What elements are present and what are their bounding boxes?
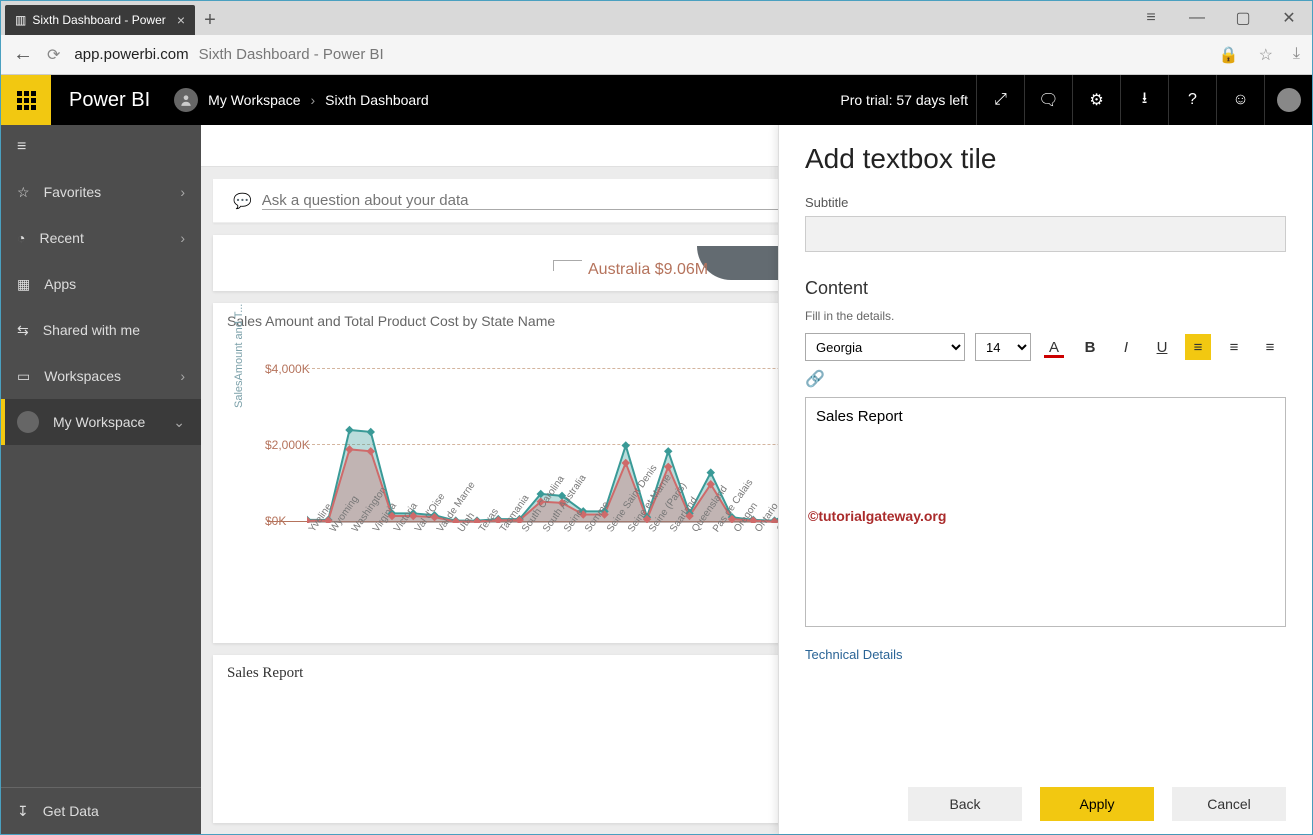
share-icon: ⇆	[17, 322, 29, 339]
nav-get-data[interactable]: ↧ Get Data	[1, 788, 201, 834]
help-icon[interactable]: ?	[1168, 75, 1216, 125]
font-color-button[interactable]: A	[1041, 334, 1067, 360]
app-launcher-icon[interactable]	[1, 75, 51, 125]
rich-text-toolbar: Georgia 14 A B I U ≡ ≡ ≡	[805, 333, 1286, 361]
brand-label: Power BI	[69, 89, 150, 112]
fullscreen-icon[interactable]: ⤢	[976, 75, 1024, 125]
panel-footer: Back Apply Cancel	[779, 772, 1312, 834]
download-icon[interactable]: ⤓	[1293, 45, 1300, 65]
apps-icon: ▦	[17, 276, 30, 293]
align-right-button[interactable]: ≡	[1257, 334, 1283, 360]
content-editor[interactable]: Sales Report ©tutorialgateway.org	[805, 397, 1286, 627]
font-size-select[interactable]: 14	[975, 333, 1031, 361]
tab-title: Sixth Dashboard - Power	[32, 13, 165, 27]
address-bar: ← ⟳ app.powerbi.com Sixth Dashboard - Po…	[1, 35, 1312, 75]
align-left-button[interactable]: ≡	[1185, 334, 1211, 360]
breadcrumb: My Workspace › Sixth Dashboard	[174, 88, 429, 112]
chevron-down-icon: ⌄	[173, 414, 185, 431]
left-nav: ≡ ☆ Favorites › ◔ Recent › ▦ Apps ⇆ Shar…	[1, 125, 201, 834]
align-center-button[interactable]: ≡	[1221, 334, 1247, 360]
nav-label: Favorites	[44, 184, 102, 200]
chart-icon: ▥	[15, 13, 26, 27]
editor-text: Sales Report	[816, 408, 903, 425]
trial-status: Pro trial: 57 days left	[840, 92, 976, 108]
bold-button[interactable]: B	[1077, 334, 1103, 360]
close-icon[interactable]: ×	[177, 12, 185, 28]
content-heading: Content	[805, 278, 1286, 299]
minimize-icon[interactable]: —	[1174, 1, 1220, 35]
url-title: Sixth Dashboard - Power BI	[199, 46, 384, 63]
font-family-select[interactable]: Georgia	[805, 333, 965, 361]
nav-label: My Workspace	[53, 414, 145, 430]
y-axis-label: SalesAmount and T...	[233, 304, 245, 408]
download-icon[interactable]: ⭳	[1120, 75, 1168, 125]
maximize-icon[interactable]: ▢	[1220, 1, 1266, 35]
pbi-header: Power BI My Workspace › Sixth Dashboard …	[1, 75, 1312, 125]
nav-recent[interactable]: ◔ Recent ›	[1, 215, 201, 261]
chevron-right-icon: ›	[180, 184, 185, 200]
chevron-right-icon: ›	[180, 230, 185, 246]
comments-icon[interactable]: 🗨	[1024, 75, 1072, 125]
crumb-dashboard[interactable]: Sixth Dashboard	[325, 92, 429, 108]
favorite-icon[interactable]: ☆	[1259, 45, 1273, 65]
browser-tab-strip: ▥ Sixth Dashboard - Power × + ≡ — ▢ ✕	[1, 1, 1312, 35]
y-tick: $2,000K	[265, 438, 310, 452]
get-data-icon: ↧	[17, 803, 29, 820]
add-textbox-panel: Add textbox tile Subtitle Content Fill i…	[778, 125, 1312, 834]
person-icon	[174, 88, 198, 112]
close-window-icon[interactable]: ✕	[1266, 1, 1312, 35]
settings-icon[interactable]: ⚙	[1072, 75, 1120, 125]
url-field[interactable]: app.powerbi.com Sixth Dashboard - Power …	[74, 46, 1204, 63]
star-icon: ☆	[17, 184, 30, 201]
cancel-button[interactable]: Cancel	[1172, 787, 1286, 821]
person-icon	[17, 411, 39, 433]
nav-toggle-icon[interactable]: ≡	[1, 125, 201, 169]
chevron-right-icon: ›	[180, 368, 185, 384]
nav-apps[interactable]: ▦ Apps	[1, 261, 201, 307]
nav-shared[interactable]: ⇆ Shared with me	[1, 307, 201, 353]
chat-icon: 💬	[233, 192, 252, 210]
nav-label: Workspaces	[44, 368, 121, 384]
nav-label: Recent	[39, 230, 83, 246]
back-icon[interactable]: ←	[13, 43, 33, 66]
apply-button[interactable]: Apply	[1040, 787, 1154, 821]
browser-tab[interactable]: ▥ Sixth Dashboard - Power ×	[5, 5, 195, 35]
italic-button[interactable]: I	[1113, 334, 1139, 360]
technical-details-link[interactable]: Technical Details	[805, 647, 1286, 662]
watermark: ©tutorialgateway.org	[808, 508, 946, 524]
chevron-right-icon: ›	[310, 92, 315, 108]
nav-label: Shared with me	[43, 322, 140, 338]
nav-label: Apps	[44, 276, 76, 292]
content-hint: Fill in the details.	[805, 309, 1286, 323]
nav-workspaces[interactable]: ▭ Workspaces ›	[1, 353, 201, 399]
subtitle-input[interactable]	[805, 216, 1286, 252]
menu-icon[interactable]: ≡	[1128, 1, 1174, 35]
refresh-icon[interactable]: ⟳	[47, 45, 60, 65]
feedback-icon[interactable]: ☺	[1216, 75, 1264, 125]
clock-icon: ◔	[17, 230, 25, 246]
new-tab-button[interactable]: +	[195, 5, 225, 35]
nav-favorites[interactable]: ☆ Favorites ›	[1, 169, 201, 215]
lock-icon: 🔒	[1219, 45, 1239, 65]
nav-my-workspace[interactable]: My Workspace ⌄	[1, 399, 201, 445]
account-avatar[interactable]	[1264, 75, 1312, 125]
donut-label: Australia $9.06M	[553, 261, 708, 279]
url-host: app.powerbi.com	[74, 46, 188, 63]
workspace-icon: ▭	[17, 368, 30, 385]
subtitle-label: Subtitle	[805, 195, 1286, 210]
underline-button[interactable]: U	[1149, 334, 1175, 360]
crumb-workspace[interactable]: My Workspace	[208, 92, 300, 108]
hyperlink-button[interactable]: 🔗	[805, 369, 1286, 389]
back-button[interactable]: Back	[908, 787, 1022, 821]
y-tick: $4,000K	[265, 362, 310, 376]
panel-title: Add textbox tile	[805, 143, 1286, 175]
nav-label: Get Data	[43, 803, 99, 819]
